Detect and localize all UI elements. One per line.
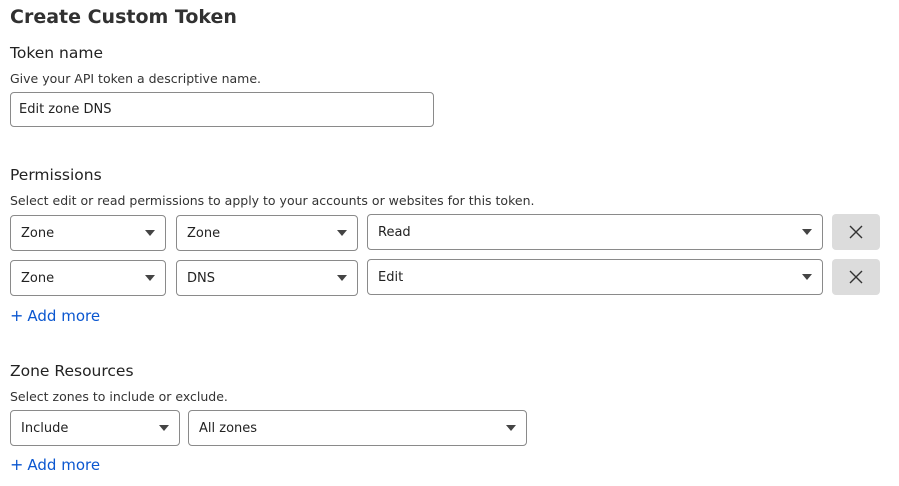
chevron-down-icon — [159, 425, 169, 431]
permission-access-select[interactable]: Read — [367, 214, 823, 250]
token-name-value: Edit zone DNS — [19, 102, 112, 117]
add-more-permissions-link[interactable]: + Add more — [10, 306, 100, 325]
remove-permission-button[interactable] — [832, 259, 880, 295]
permission-access-value: Edit — [378, 269, 404, 285]
permission-scope-value: Zone — [21, 225, 55, 241]
zone-resources-label: Zone Resources — [10, 362, 134, 380]
chevron-down-icon — [802, 274, 812, 280]
chevron-down-icon — [337, 230, 347, 236]
permission-resource-select[interactable]: DNS — [176, 260, 358, 296]
token-name-input[interactable]: Edit zone DNS — [10, 92, 434, 127]
permission-resource-select[interactable]: Zone — [176, 215, 358, 251]
zone-mode-select[interactable]: Include — [10, 410, 180, 446]
add-more-label: Add more — [27, 306, 101, 325]
close-icon — [849, 225, 863, 239]
permission-resource-value: DNS — [187, 270, 215, 286]
chevron-down-icon — [802, 229, 812, 235]
permission-scope-value: Zone — [21, 270, 55, 286]
page-title: Create Custom Token — [10, 6, 237, 28]
chevron-down-icon — [145, 230, 155, 236]
permission-access-select[interactable]: Edit — [367, 259, 823, 295]
plus-icon: + — [10, 306, 24, 325]
permission-scope-select[interactable]: Zone — [10, 260, 166, 296]
token-name-label: Token name — [10, 44, 103, 62]
zone-select[interactable]: All zones — [188, 410, 527, 446]
close-icon — [849, 270, 863, 284]
zone-resources-help: Select zones to include or exclude. — [10, 389, 228, 404]
plus-icon: + — [10, 455, 24, 474]
zone-value: All zones — [199, 420, 258, 436]
permission-scope-select[interactable]: Zone — [10, 215, 166, 251]
chevron-down-icon — [506, 425, 516, 431]
permissions-label: Permissions — [10, 166, 102, 184]
zone-mode-value: Include — [21, 420, 69, 436]
chevron-down-icon — [145, 275, 155, 281]
permissions-help: Select edit or read permissions to apply… — [10, 193, 535, 208]
chevron-down-icon — [337, 275, 347, 281]
remove-permission-button[interactable] — [832, 214, 880, 250]
permission-access-value: Read — [378, 224, 411, 240]
add-more-label: Add more — [27, 455, 101, 474]
add-more-zones-link[interactable]: + Add more — [10, 455, 100, 474]
permission-resource-value: Zone — [187, 225, 221, 241]
token-name-help: Give your API token a descriptive name. — [10, 71, 262, 86]
